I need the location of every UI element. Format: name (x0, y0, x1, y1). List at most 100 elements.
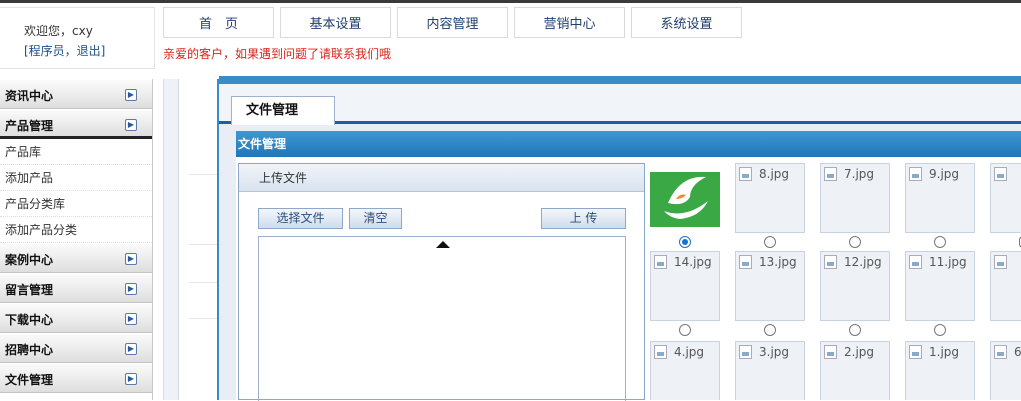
gallery-thumb[interactable]: 7.jpg (820, 163, 890, 233)
sidebar-group-label: 留言管理 (5, 283, 54, 297)
expand-icon[interactable]: ▶ (125, 119, 137, 131)
sidebar-group-label: 产品管理 (5, 119, 54, 133)
file-name: 8.jpg (759, 167, 790, 181)
choose-file-button[interactable]: 选择文件 (258, 208, 343, 229)
file-name: 2.jpg (844, 345, 875, 359)
file-name: 11.jpg (929, 255, 967, 269)
sidebar-group-products[interactable]: 产品管理 ▶ (0, 109, 152, 139)
sidebar-group-label: 案例中心 (5, 253, 54, 267)
select-radio[interactable] (934, 236, 946, 248)
nav-content-management[interactable]: 内容管理 (397, 7, 508, 38)
sidebar: 资讯中心 ▶ 产品管理 ▶ 产品库 添加产品 产品分类库 添加产品分类 案例中心… (0, 79, 153, 400)
gallery-thumb[interactable]: 2.jpg (820, 341, 890, 400)
select-radio[interactable] (679, 324, 691, 336)
select-radio[interactable] (849, 236, 861, 248)
select-radio[interactable] (849, 324, 861, 336)
sidebar-item-add-category[interactable]: 添加产品分类 (0, 217, 152, 243)
top-border (0, 0, 1021, 3)
upload-button[interactable]: 上 传 (541, 208, 626, 229)
file-name: 1.jpg (929, 345, 960, 359)
sidebar-group-messages[interactable]: 留言管理 ▶ (0, 273, 152, 303)
logo-thumbnail (650, 163, 720, 227)
expand-icon[interactable]: ▶ (125, 373, 137, 385)
broken-image-icon (824, 255, 837, 269)
upload-panel: 上传文件 选择文件 清空 上 传 (238, 163, 645, 401)
file-name: 12.jpg (844, 255, 882, 269)
gallery-thumb[interactable] (650, 163, 720, 233)
broken-image-icon (739, 167, 752, 181)
gallery-thumb[interactable]: 4.jpg (650, 341, 720, 400)
broken-image-icon (739, 255, 752, 269)
broken-image-icon (909, 167, 922, 181)
gallery-thumb[interactable]: 9.jpg (905, 163, 975, 233)
gallery-thumb[interactable]: 6 (990, 341, 1021, 400)
dialog-titlebar[interactable] (219, 76, 1021, 84)
expand-icon[interactable]: ▶ (125, 343, 137, 355)
broken-image-icon (909, 255, 922, 269)
select-radio[interactable] (764, 324, 776, 336)
gallery-thumb[interactable]: 1.jpg (905, 341, 975, 400)
divider (189, 244, 217, 245)
gallery-thumb[interactable] (990, 251, 1021, 321)
section-title: 文件管理 (236, 131, 1021, 157)
nav-system-settings[interactable]: 系统设置 (631, 7, 742, 38)
sidebar-item-add-product[interactable]: 添加产品 (0, 165, 152, 191)
upload-queue[interactable] (258, 236, 626, 401)
select-radio[interactable] (764, 236, 776, 248)
sidebar-item-product-categories[interactable]: 产品分类库 (0, 191, 152, 217)
role-logout-links[interactable]: [程序员，退出] (24, 42, 105, 59)
file-name: 6 (1014, 345, 1021, 359)
gallery-thumb[interactable]: 3.jpg (735, 341, 805, 400)
broken-image-icon (739, 345, 752, 359)
gallery-thumb[interactable]: 8.jpg (735, 163, 805, 233)
tab-file-management[interactable]: 文件管理 (231, 96, 335, 125)
select-radio[interactable] (934, 324, 946, 336)
clear-button[interactable]: 清空 (349, 208, 402, 229)
sidebar-group-news[interactable]: 资讯中心 ▶ (0, 79, 152, 109)
file-name: 7.jpg (844, 167, 875, 181)
broken-image-icon (824, 167, 837, 181)
welcome-text: 欢迎您，cxy (24, 24, 93, 38)
sidebar-group-cases[interactable]: 案例中心 ▶ (0, 243, 152, 273)
broken-image-icon (994, 345, 1007, 359)
broken-image-icon (654, 255, 667, 269)
broken-image-icon (654, 345, 667, 359)
notice-text: 亲爱的客户，如果遇到问题了请联系我们哦 (163, 47, 392, 61)
file-dialog: 文件管理 文件管理 上传文件 选择文件 清空 上 传 8.jpg 7.jpg 9… (217, 76, 1021, 401)
gallery-thumb[interactable]: 12.jpg (820, 251, 890, 321)
sort-up-icon[interactable] (436, 241, 450, 248)
sidebar-item-product-library[interactable]: 产品库 (0, 139, 152, 165)
file-name: 13.jpg (759, 255, 797, 269)
nav-home[interactable]: 首 页 (163, 7, 274, 38)
gallery-thumb[interactable] (990, 163, 1021, 233)
frame-splitter[interactable] (163, 79, 179, 400)
file-name: 9.jpg (929, 167, 960, 181)
broken-image-icon (994, 167, 1007, 181)
sidebar-group-files[interactable]: 文件管理 ▶ (0, 363, 152, 393)
file-manager: 文件管理 上传文件 选择文件 清空 上 传 8.jpg 7.jpg 9.jpg … (236, 131, 1021, 401)
nav-basic-settings[interactable]: 基本设置 (280, 7, 391, 38)
image-gallery: 8.jpg 7.jpg 9.jpg 14.jpg 13.jpg 12.jpg 1… (650, 163, 1021, 400)
file-name: 3.jpg (759, 345, 790, 359)
sidebar-group-recruitment[interactable]: 招聘中心 ▶ (0, 333, 152, 363)
expand-icon[interactable]: ▶ (125, 253, 137, 265)
gallery-thumb[interactable]: 14.jpg (650, 251, 720, 321)
sidebar-group-label: 资讯中心 (5, 89, 54, 103)
sidebar-group-downloads[interactable]: 下载中心 ▶ (0, 303, 152, 333)
select-radio[interactable] (679, 236, 691, 248)
frame-background (179, 79, 217, 400)
sidebar-group-label: 招聘中心 (5, 343, 54, 357)
expand-icon[interactable]: ▶ (125, 283, 137, 295)
broken-image-icon (994, 255, 1007, 269)
sidebar-group-label: 文件管理 (5, 373, 54, 387)
gallery-thumb[interactable]: 13.jpg (735, 251, 805, 321)
nav-marketing-center[interactable]: 营销中心 (514, 7, 625, 38)
expand-icon[interactable]: ▶ (125, 313, 137, 325)
expand-icon[interactable]: ▶ (125, 89, 137, 101)
welcome-box: 欢迎您，cxy [程序员，退出] (0, 7, 155, 69)
gallery-thumb[interactable]: 11.jpg (905, 251, 975, 321)
file-name: 14.jpg (674, 255, 712, 269)
tab-strip: 文件管理 (219, 84, 1021, 125)
upload-title: 上传文件 (239, 164, 644, 192)
broken-image-icon (824, 345, 837, 359)
